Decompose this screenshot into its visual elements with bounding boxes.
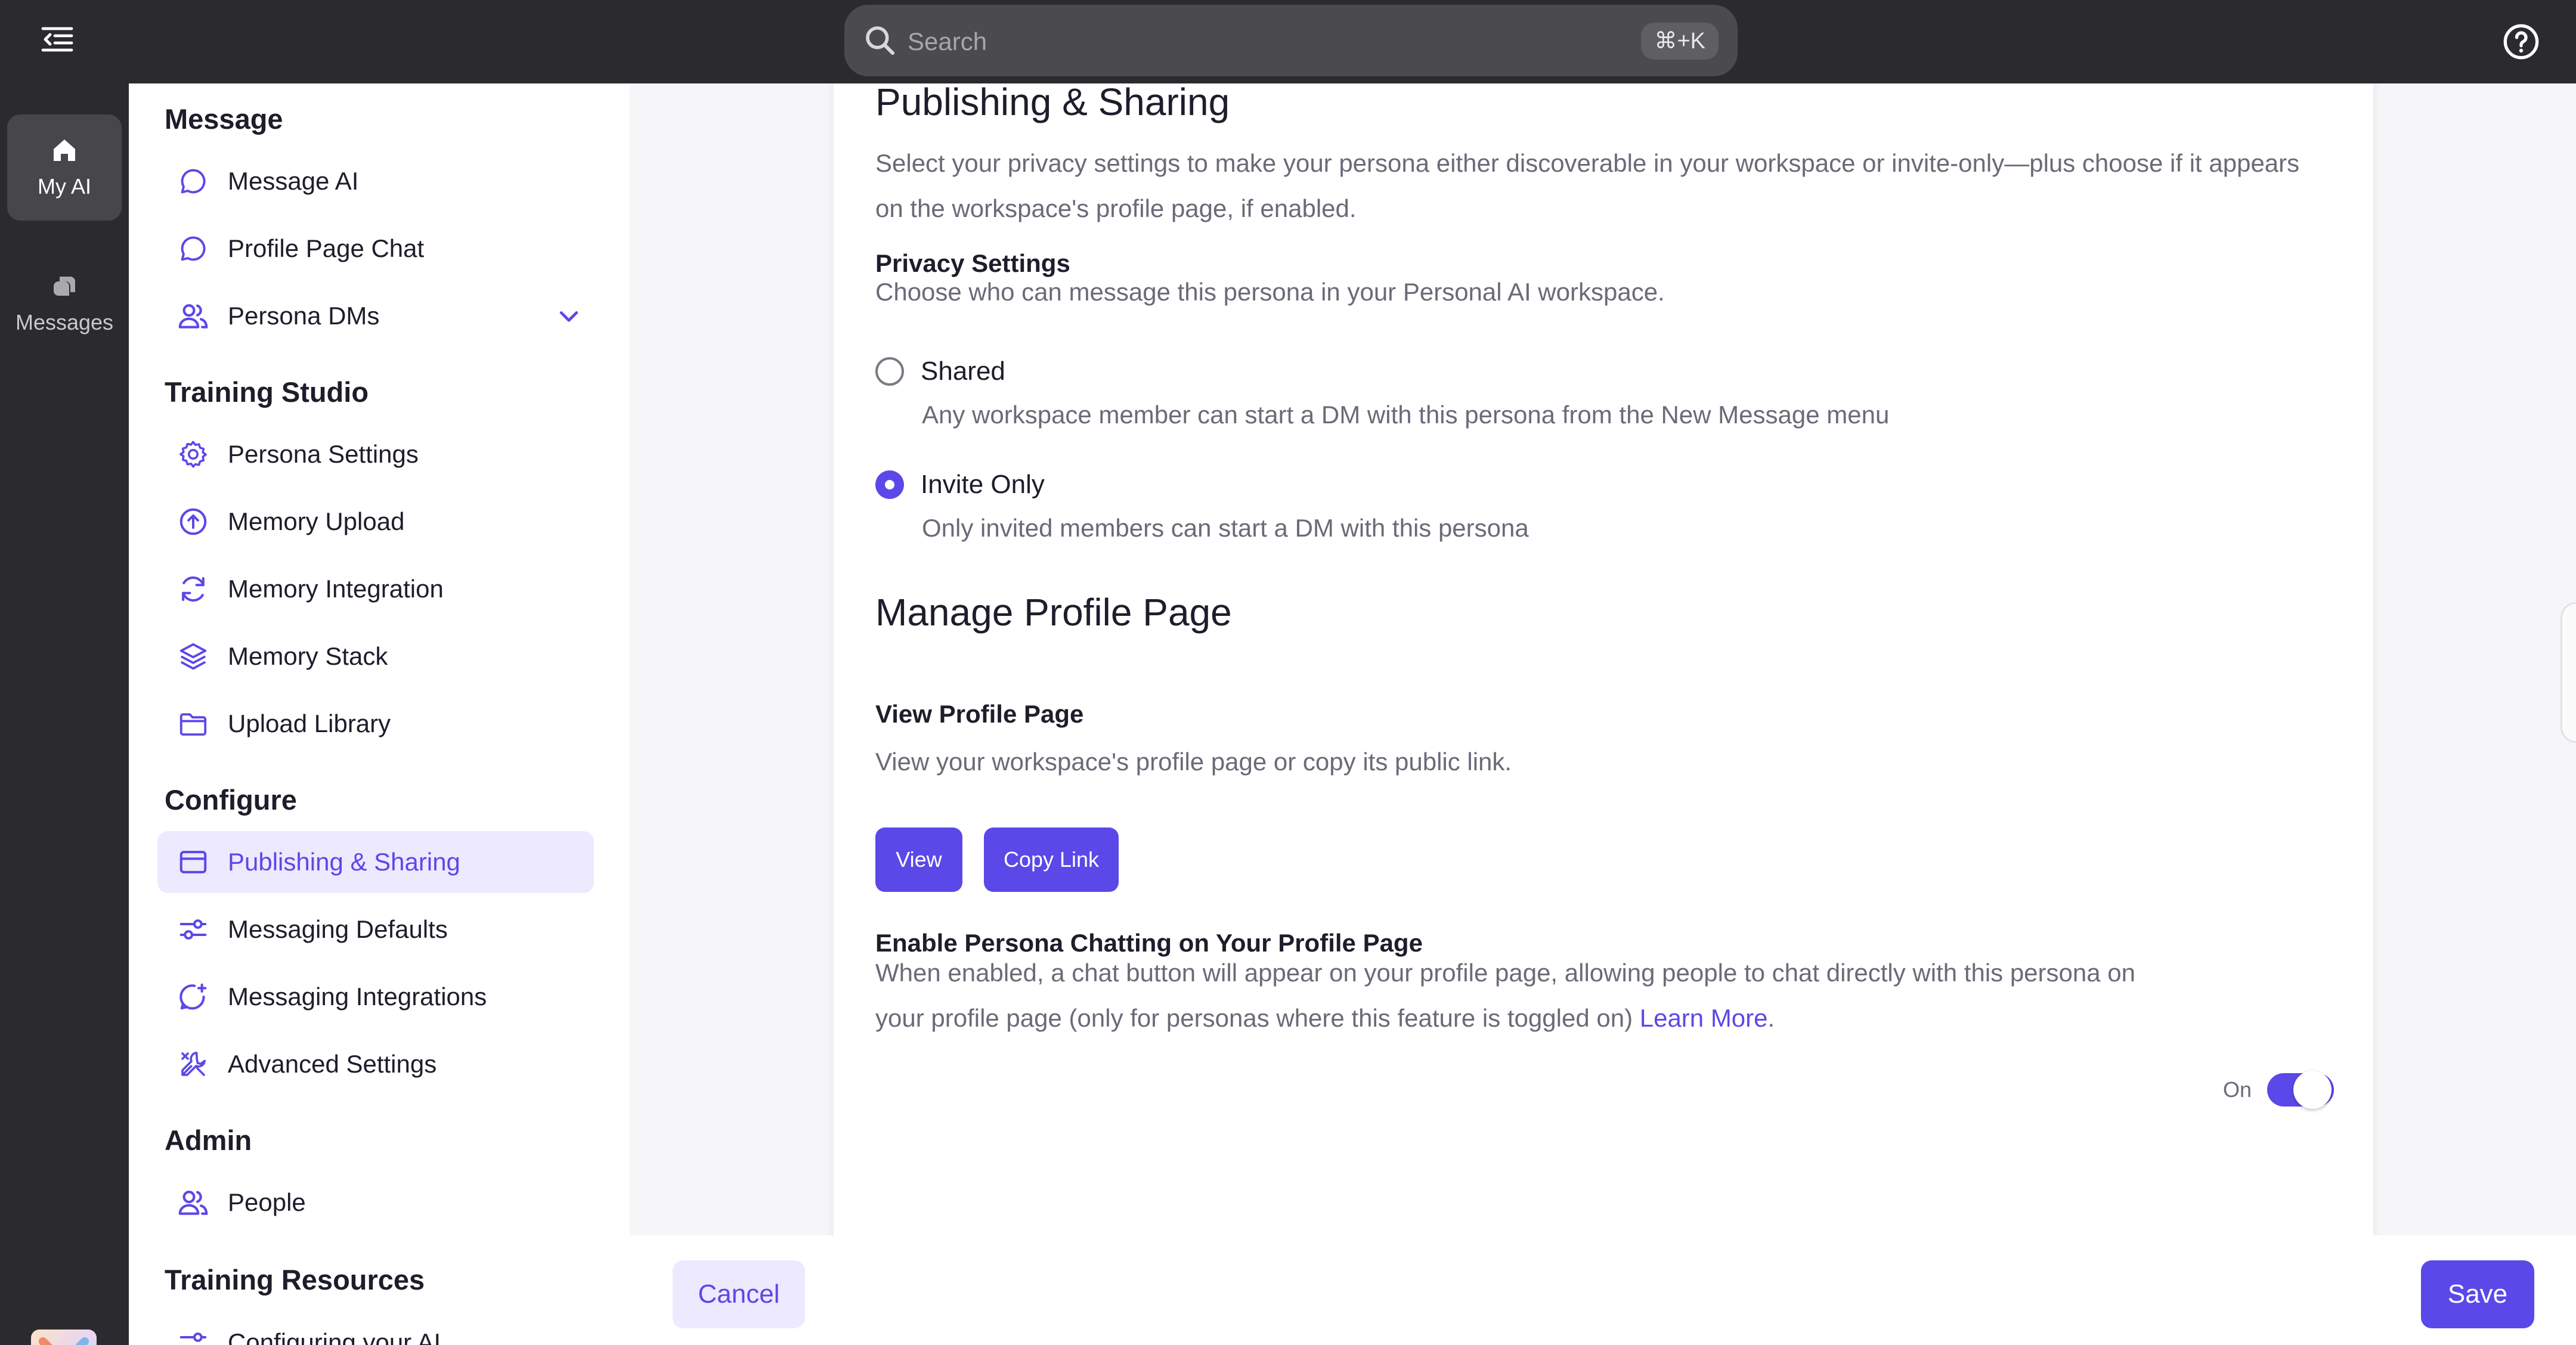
- collapse-sidebar-icon[interactable]: [36, 20, 79, 58]
- sidebar-item-label: Memory Upload: [228, 507, 405, 535]
- sidebar-item-label: Persona DMs: [228, 302, 380, 330]
- section-title-message: Message: [165, 103, 283, 135]
- search-shortcut-badge: ⌘+K: [1641, 23, 1719, 60]
- section-title-configure: Configure: [165, 784, 297, 816]
- copy-link-button[interactable]: Copy Link: [984, 828, 1119, 892]
- view-profile-page-title: View Profile Page: [875, 700, 1084, 728]
- sync-icon: [182, 576, 205, 602]
- radio-option-invite-only[interactable]: Invite Only: [875, 470, 1045, 500]
- learn-more-link[interactable]: Learn More: [1640, 1004, 1768, 1032]
- section-title-training-studio: Training Studio: [165, 376, 369, 408]
- section-title-training-resources: Training Resources: [165, 1264, 425, 1296]
- persona-chatting-description: When enabled, a chat button will appear …: [875, 950, 2187, 1041]
- footer-bar: Cancel Save: [630, 1235, 2576, 1345]
- view-profile-page-description: View your workspace's profile page or co…: [875, 748, 1512, 776]
- toggle-label: On: [2223, 1077, 2252, 1102]
- chat-bubble-icon: [181, 236, 206, 261]
- sidebar-item-memory-upload[interactable]: Memory Upload: [157, 491, 594, 553]
- view-button[interactable]: View: [875, 828, 962, 892]
- messages-icon: [54, 277, 75, 296]
- sidebar-item-label: Profile Page Chat: [228, 234, 425, 262]
- persona-chatting-text: When enabled, a chat button will appear …: [875, 959, 2135, 1032]
- help-icon[interactable]: [2502, 23, 2540, 61]
- sidebar: Message Message AI Profile Page Chat Per…: [129, 83, 630, 1345]
- top-bar: Search ⌘+K: [0, 0, 2576, 83]
- people-icon: [178, 1191, 208, 1215]
- chat-bubble-icon: [181, 169, 206, 194]
- cancel-button[interactable]: Cancel: [673, 1260, 805, 1328]
- intro-text: Select your privacy settings to make you…: [875, 149, 2300, 222]
- manage-profile-page-title: Manage Profile Page: [875, 591, 1232, 634]
- rail-item-label: My AI: [37, 174, 92, 199]
- sidebar-item-message-ai[interactable]: Message AI: [157, 150, 594, 212]
- app-rail: My AI Messages: [0, 83, 129, 1345]
- sidebar-item-label: Messaging Integrations: [228, 983, 487, 1011]
- browser-window-icon: [179, 851, 207, 873]
- sidebar-item-messaging-defaults[interactable]: Messaging Defaults: [157, 898, 594, 960]
- sidebar-item-label: Memory Integration: [228, 575, 444, 603]
- sidebar-item-profile-page-chat[interactable]: Profile Page Chat: [157, 218, 594, 280]
- main-content: Publishing & Sharing Select your privacy…: [630, 83, 2576, 1345]
- radio-label: Shared: [921, 357, 1005, 386]
- radio-option-shared[interactable]: Shared: [875, 357, 1005, 386]
- sidebar-item-label: Upload Library: [228, 709, 391, 737]
- section-heading-publishing-sharing: Publishing & Sharing: [875, 83, 1230, 123]
- folder-icon: [179, 713, 207, 736]
- sidebar-item-upload-library[interactable]: Upload Library: [157, 693, 594, 755]
- save-button[interactable]: Save: [2421, 1260, 2534, 1328]
- radio-label: Invite Only: [921, 470, 1045, 499]
- chat-plus-icon: [179, 983, 207, 1010]
- toggle-knob: [2293, 1071, 2332, 1109]
- workspace-logo[interactable]: [31, 1329, 97, 1345]
- settings-card: Publishing & Sharing Select your privacy…: [834, 83, 2373, 1278]
- rail-item-messages[interactable]: Messages: [7, 250, 122, 357]
- upload-circle-icon: [179, 508, 207, 535]
- chevron-down-icon[interactable]: [556, 303, 582, 329]
- layers-icon: [179, 643, 207, 670]
- sidebar-item-label: People: [228, 1188, 306, 1216]
- sidebar-item-memory-integration[interactable]: Memory Integration: [157, 558, 594, 620]
- sidebar-item-publishing-sharing[interactable]: Publishing & Sharing: [157, 831, 594, 893]
- rail-item-label: Messages: [15, 310, 114, 334]
- sidebar-item-label: Messaging Defaults: [228, 915, 448, 943]
- sidebar-item-label: Persona Settings: [228, 440, 419, 468]
- sidebar-item-label: Memory Stack: [228, 642, 388, 670]
- radio-button[interactable]: [875, 357, 904, 386]
- sidebar-item-label: Configuring your AI: [228, 1328, 441, 1345]
- section-title-admin: Admin: [165, 1124, 252, 1156]
- sidebar-item-messaging-integrations[interactable]: Messaging Integrations: [157, 966, 594, 1028]
- sliders-icon: [179, 1332, 207, 1342]
- radio-button-selected[interactable]: [875, 470, 904, 499]
- home-icon: [54, 140, 75, 161]
- persona-chatting-toggle-group: On: [2223, 1071, 2334, 1109]
- side-panel-handle[interactable]: [2560, 602, 2576, 743]
- search-icon: [866, 26, 895, 55]
- sidebar-item-advanced-settings[interactable]: Advanced Settings: [157, 1033, 594, 1095]
- gear-icon: [179, 441, 207, 468]
- radio-description-shared: Any workspace member can start a DM with…: [922, 401, 1890, 429]
- sidebar-item-label: Message AI: [228, 167, 359, 195]
- radio-description-invite-only: Only invited members can start a DM with…: [922, 514, 1529, 542]
- sidebar-item-persona-settings[interactable]: Persona Settings: [157, 423, 594, 485]
- privacy-settings-description: Choose who can message this persona in y…: [875, 278, 1665, 306]
- sliders-icon: [179, 919, 207, 940]
- search-bar[interactable]: Search ⌘+K: [844, 5, 1738, 76]
- tools-icon: [181, 1052, 206, 1076]
- rail-item-my-ai[interactable]: My AI: [7, 114, 122, 221]
- sidebar-item-people[interactable]: People: [157, 1172, 594, 1234]
- sidebar-item-label: Advanced Settings: [228, 1050, 437, 1078]
- sidebar-item-persona-dms[interactable]: Persona DMs: [157, 285, 594, 347]
- sidebar-item-memory-stack[interactable]: Memory Stack: [157, 625, 594, 687]
- persona-chatting-toggle[interactable]: [2267, 1071, 2334, 1109]
- sidebar-item-label: Publishing & Sharing: [228, 848, 460, 876]
- sidebar-item-configuring-your-ai[interactable]: Configuring your AI: [157, 1312, 594, 1345]
- search-placeholder: Search: [908, 27, 987, 55]
- period: .: [1767, 1004, 1775, 1032]
- people-icon: [178, 304, 208, 328]
